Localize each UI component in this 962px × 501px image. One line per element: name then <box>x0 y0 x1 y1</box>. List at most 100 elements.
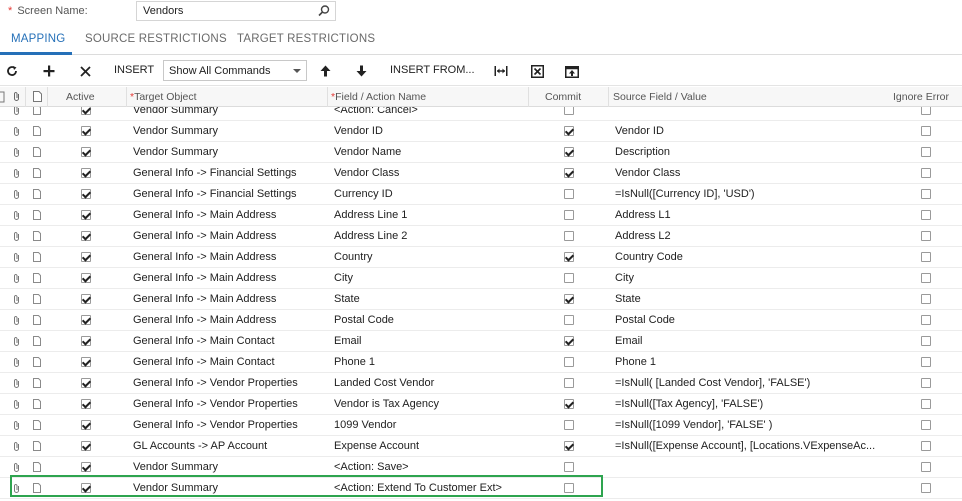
search-icon[interactable] <box>317 4 331 18</box>
field-action-cell[interactable]: Phone 1 <box>334 356 529 368</box>
active-checkbox[interactable] <box>81 147 91 157</box>
attachment-icon[interactable] <box>12 420 21 431</box>
source-field-cell[interactable]: Country Code <box>615 251 877 263</box>
active-checkbox[interactable] <box>81 107 91 115</box>
table-row[interactable]: General Info -> Financial Settings Vendor… <box>0 163 962 184</box>
source-field-cell[interactable]: Address L1 <box>615 209 877 221</box>
source-field-cell[interactable]: =IsNull( [Landed Cost Vendor], 'FALSE') <box>615 377 877 389</box>
field-action-cell[interactable]: Vendor Class <box>334 167 529 179</box>
table-row[interactable]: General Info -> Main Address Address Line… <box>0 226 962 247</box>
note-icon[interactable] <box>33 420 41 430</box>
commit-checkbox[interactable] <box>564 189 574 199</box>
field-action-cell[interactable]: Address Line 2 <box>334 230 529 242</box>
commit-checkbox[interactable] <box>564 273 574 283</box>
col-header-target-object[interactable]: *Target Object <box>130 91 197 103</box>
col-header-field-action[interactable]: *Field / Action Name <box>331 91 426 103</box>
field-action-cell[interactable]: <Action: Cancel> <box>334 107 529 116</box>
ignore-error-checkbox[interactable] <box>921 147 931 157</box>
target-object-cell[interactable]: General Info -> Main Address <box>133 272 328 284</box>
add-row-button[interactable] <box>40 56 58 86</box>
attachment-icon[interactable] <box>12 441 21 452</box>
attachment-icon[interactable] <box>12 126 21 137</box>
field-action-cell[interactable]: Landed Cost Vendor <box>334 377 529 389</box>
attachment-icon[interactable] <box>12 336 21 347</box>
row-selector-icon[interactable] <box>0 91 6 103</box>
active-checkbox[interactable] <box>81 357 91 367</box>
ignore-error-checkbox[interactable] <box>921 210 931 220</box>
source-field-cell[interactable]: =IsNull([Tax Agency], 'FALSE') <box>615 398 877 410</box>
attachment-icon[interactable] <box>12 107 21 116</box>
table-row[interactable]: General Info -> Vendor Properties Landed … <box>0 373 962 394</box>
table-row[interactable]: Vendor Summary <Action: Extend To Custome… <box>0 478 962 499</box>
table-row[interactable]: General Info -> Main Address Address Line… <box>0 205 962 226</box>
attachment-icon[interactable] <box>12 252 21 263</box>
tab-target-restrictions[interactable]: TARGET RESTRICTIONS <box>237 33 375 45</box>
note-icon[interactable] <box>33 378 41 388</box>
table-row[interactable]: General Info -> Main Contact Phone 1 Phone… <box>0 352 962 373</box>
commit-checkbox[interactable] <box>564 168 574 178</box>
target-object-cell[interactable]: General Info -> Main Address <box>133 293 328 305</box>
ignore-error-checkbox[interactable] <box>921 273 931 283</box>
ignore-error-checkbox[interactable] <box>921 420 931 430</box>
active-checkbox[interactable] <box>81 378 91 388</box>
table-row[interactable]: Vendor Summary <Action: Save> <box>0 457 962 478</box>
active-checkbox[interactable] <box>81 273 91 283</box>
note-icon[interactable] <box>33 399 41 409</box>
commands-select[interactable]: Show All Commands <box>163 60 307 81</box>
commit-checkbox[interactable] <box>564 231 574 241</box>
screen-name-input[interactable]: Vendors <box>136 1 336 21</box>
commit-checkbox[interactable] <box>564 210 574 220</box>
field-action-cell[interactable]: Email <box>334 335 529 347</box>
insert-button[interactable]: INSERT <box>114 64 154 76</box>
col-header-commit[interactable]: Commit <box>545 91 581 103</box>
commit-checkbox[interactable] <box>564 336 574 346</box>
table-row[interactable]: General Info -> Main Address Country Count… <box>0 247 962 268</box>
move-down-button[interactable] <box>352 56 370 86</box>
table-row[interactable]: General Info -> Vendor Properties 1099 Ve… <box>0 415 962 436</box>
commit-checkbox[interactable] <box>564 399 574 409</box>
attachment-icon[interactable] <box>12 147 21 158</box>
active-checkbox[interactable] <box>81 189 91 199</box>
ignore-error-checkbox[interactable] <box>921 378 931 388</box>
field-action-cell[interactable]: State <box>334 293 529 305</box>
commit-checkbox[interactable] <box>564 441 574 451</box>
target-object-cell[interactable]: Vendor Summary <box>133 125 328 137</box>
field-action-cell[interactable]: Address Line 1 <box>334 209 529 221</box>
target-object-cell[interactable]: General Info -> Main Address <box>133 314 328 326</box>
target-object-cell[interactable]: General Info -> Vendor Properties <box>133 377 328 389</box>
insert-from-button[interactable]: INSERT FROM... <box>390 64 475 76</box>
source-field-cell[interactable]: Email <box>615 335 877 347</box>
source-field-cell[interactable]: =IsNull([Currency ID], 'USD') <box>615 188 877 200</box>
commit-checkbox[interactable] <box>564 107 574 115</box>
note-icon[interactable] <box>33 107 41 115</box>
note-icon[interactable] <box>33 189 41 199</box>
note-icon[interactable] <box>33 483 41 493</box>
ignore-error-checkbox[interactable] <box>921 315 931 325</box>
field-action-cell[interactable]: Vendor ID <box>334 125 529 137</box>
commit-checkbox[interactable] <box>564 147 574 157</box>
table-row[interactable]: General Info -> Vendor Properties Vendor … <box>0 394 962 415</box>
source-field-cell[interactable]: Phone 1 <box>615 356 877 368</box>
attachment-icon[interactable] <box>12 168 21 179</box>
active-checkbox[interactable] <box>81 336 91 346</box>
note-icon[interactable] <box>33 273 41 283</box>
commit-checkbox[interactable] <box>564 483 574 493</box>
table-row[interactable]: General Info -> Financial Settings Curren… <box>0 184 962 205</box>
target-object-cell[interactable]: General Info -> Main Address <box>133 251 328 263</box>
field-action-cell[interactable]: City <box>334 272 529 284</box>
table-row[interactable]: GL Accounts -> AP Account Expense Account… <box>0 436 962 457</box>
note-icon[interactable] <box>33 231 41 241</box>
target-object-cell[interactable]: General Info -> Vendor Properties <box>133 419 328 431</box>
commit-checkbox[interactable] <box>564 357 574 367</box>
target-object-cell[interactable]: Vendor Summary <box>133 461 328 473</box>
commit-checkbox[interactable] <box>564 252 574 262</box>
ignore-error-checkbox[interactable] <box>921 441 931 451</box>
active-checkbox[interactable] <box>81 483 91 493</box>
target-object-cell[interactable]: General Info -> Main Address <box>133 209 328 221</box>
col-header-active[interactable]: Active <box>66 91 95 103</box>
attachment-icon[interactable] <box>12 189 21 200</box>
target-object-cell[interactable]: Vendor Summary <box>133 146 328 158</box>
ignore-error-checkbox[interactable] <box>921 168 931 178</box>
active-checkbox[interactable] <box>81 126 91 136</box>
attachment-icon[interactable] <box>12 210 21 221</box>
